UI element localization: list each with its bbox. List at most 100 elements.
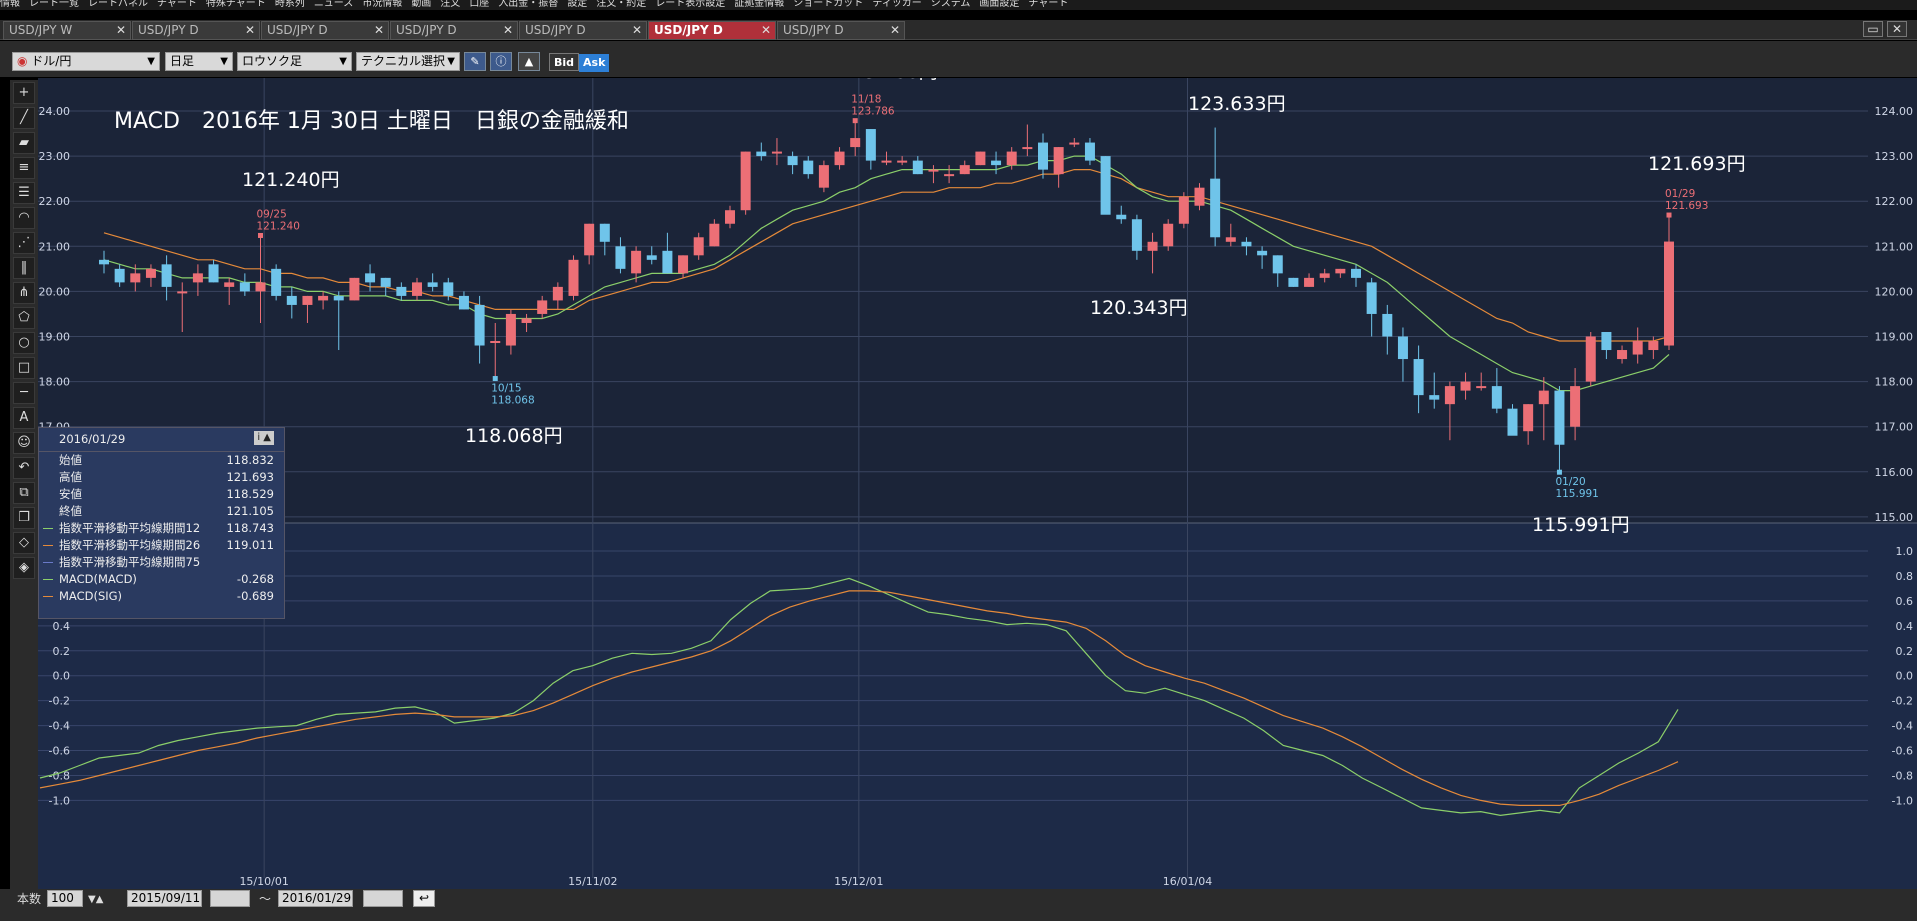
menu-item[interactable]: 画面設定 bbox=[979, 0, 1019, 9]
tab-1[interactable]: USD/JPY W ✕ bbox=[3, 21, 131, 40]
bid-ask-toggle[interactable]: Bid Ask bbox=[549, 53, 610, 72]
undo-icon[interactable]: ↶ bbox=[13, 457, 35, 479]
menu-item[interactable]: 動画 bbox=[411, 0, 431, 9]
annotation-a1: 123.786円 bbox=[840, 78, 938, 83]
candle-body bbox=[725, 210, 735, 224]
menu-item[interactable]: 入出金・振替 bbox=[498, 0, 558, 9]
fan-icon[interactable]: ⋰ bbox=[13, 232, 35, 254]
menu-item[interactable]: ショートカット bbox=[793, 0, 863, 9]
smiley-icon[interactable]: ☺ bbox=[13, 432, 35, 454]
pitchfork-icon[interactable]: ⋔ bbox=[13, 282, 35, 304]
to-date-field[interactable]: 2016/01/29 bbox=[278, 890, 353, 907]
close-icon[interactable]: ✕ bbox=[761, 22, 771, 39]
fibonacci-icon[interactable]: ☰ bbox=[13, 182, 35, 204]
chart-area[interactable]: 124.00 124.00 123.00 123.00 122.00 122.00 121.… bbox=[38, 78, 1917, 889]
trendline-icon[interactable]: ╱ bbox=[13, 107, 35, 129]
menu-item[interactable]: ニュース bbox=[314, 0, 354, 9]
chart-type-select[interactable]: ロウソク足 ▼ bbox=[237, 52, 352, 71]
crosshair-icon[interactable]: + bbox=[13, 82, 35, 104]
eraser-all-icon[interactable]: ◈ bbox=[13, 557, 35, 579]
pen-icon[interactable]: ✎ bbox=[464, 52, 486, 71]
menu-item[interactable]: 市況情報 bbox=[362, 0, 402, 9]
close-icon[interactable]: ✕ bbox=[116, 22, 126, 39]
candle-body bbox=[177, 291, 188, 294]
currency-pair-select[interactable]: ◉ ドル/円 ▼ bbox=[12, 52, 160, 71]
eraser-icon[interactable]: ◇ bbox=[13, 532, 35, 554]
price-tick-label-right: 124.00 bbox=[1875, 105, 1914, 118]
paste-icon[interactable]: ❐ bbox=[13, 507, 35, 529]
close-icon[interactable]: ✕ bbox=[632, 22, 642, 39]
info-icon[interactable]: ⓘ bbox=[490, 52, 512, 71]
to-time-field[interactable] bbox=[363, 890, 403, 907]
menu-item[interactable]: 注文・約定 bbox=[596, 0, 646, 9]
chevron-down-icon: ▼ bbox=[147, 56, 155, 67]
menu-item[interactable]: レート表示設定 bbox=[655, 0, 725, 9]
tab-4[interactable]: USD/JPY D ✕ bbox=[390, 21, 518, 40]
data-info-panel[interactable]: 2016/01/29 i ▲ 始値 118.832 高値 121.693 安値 118.52… bbox=[38, 427, 285, 619]
candle-body bbox=[1257, 250, 1268, 256]
circle-icon[interactable]: ○ bbox=[13, 332, 35, 354]
candle-body bbox=[396, 286, 407, 296]
tab-5[interactable]: USD/JPY D ✕ bbox=[519, 21, 647, 40]
copy-icon[interactable]: ⧉ bbox=[13, 482, 35, 504]
period-select[interactable]: 日足 ▼ bbox=[165, 52, 233, 71]
menu-item[interactable]: レート一覧 bbox=[29, 0, 79, 9]
menu-item[interactable]: システム bbox=[931, 0, 971, 9]
extreme-marker bbox=[258, 232, 263, 238]
rectangle-icon[interactable]: □ bbox=[13, 357, 35, 379]
count-select[interactable]: 100 bbox=[47, 890, 83, 907]
vertical-lines-icon[interactable]: ‖ bbox=[13, 257, 35, 279]
close-icon[interactable]: ✕ bbox=[374, 22, 384, 39]
menu-item[interactable]: チャート bbox=[157, 0, 197, 9]
tab-3[interactable]: USD/JPY D ✕ bbox=[261, 21, 389, 40]
arc-icon[interactable]: ◠ bbox=[13, 207, 35, 229]
menu-item[interactable]: 口座 bbox=[469, 0, 489, 9]
candle-body bbox=[1460, 381, 1471, 391]
from-time-field[interactable] bbox=[210, 890, 250, 907]
macd-tick-label-right: -1.0 bbox=[1892, 794, 1913, 807]
technical-select[interactable]: テクニカル選択 ▼ bbox=[356, 52, 460, 71]
menu-item[interactable]: 注文 bbox=[440, 0, 460, 9]
menu-item[interactable]: ティッカー bbox=[872, 0, 921, 9]
date-tick-label: 16/01/04 bbox=[1163, 875, 1212, 888]
candle-body bbox=[1351, 268, 1361, 278]
refresh-icon[interactable]: ↩ bbox=[413, 890, 435, 907]
ask-button[interactable]: Ask bbox=[579, 54, 610, 72]
from-date-field[interactable]: 2015/09/11 bbox=[127, 890, 202, 907]
menu-item[interactable]: 時系列 bbox=[275, 0, 305, 9]
candle-body bbox=[1664, 241, 1674, 346]
close-icon[interactable]: ✕ bbox=[503, 22, 513, 39]
bid-button[interactable]: Bid bbox=[549, 53, 580, 71]
count-stepper-icon[interactable]: ▼▲ bbox=[88, 891, 103, 908]
close-icon[interactable]: ✕ bbox=[1887, 21, 1907, 37]
info-rows: 始値 118.832 高値 121.693 安値 118.529 終値 121.105 指数平滑… bbox=[39, 452, 284, 605]
tab-7[interactable]: USD/JPY D ✕ bbox=[777, 21, 905, 40]
close-icon[interactable]: ✕ bbox=[245, 22, 255, 39]
info-panel-controls-icon[interactable]: i ▲ bbox=[254, 431, 274, 445]
candle-body bbox=[161, 264, 172, 287]
tab-2[interactable]: USD/JPY D ✕ bbox=[132, 21, 260, 40]
area-chart-icon[interactable]: ▲ bbox=[518, 52, 540, 71]
menu-bar: 情報 レート一覧 レートパネル チャート 特殊チャート 時系列 ニュース 市況情報 動画 注文 口座… bbox=[0, 0, 1917, 10]
horizontal-lines-icon[interactable]: ≡ bbox=[13, 157, 35, 179]
close-icon[interactable]: ✕ bbox=[890, 22, 900, 39]
menu-item[interactable]: 証拠金情報 bbox=[734, 0, 784, 9]
text-icon[interactable]: A bbox=[13, 407, 35, 429]
macd-tick-label-left: -0.8 bbox=[49, 769, 70, 782]
menu-item[interactable]: チャート bbox=[1028, 0, 1068, 9]
menu-item[interactable]: 情報 bbox=[0, 0, 20, 9]
candle-body bbox=[912, 160, 923, 175]
candle-body bbox=[1038, 142, 1048, 170]
price-tick-label-right: 123.00 bbox=[1875, 150, 1914, 163]
price-tick-label-left: 123.00 bbox=[38, 150, 70, 163]
menu-item[interactable]: 特殊チャート bbox=[206, 0, 266, 9]
ruler-icon[interactable]: ▰ bbox=[13, 132, 35, 154]
maximize-icon[interactable]: ▭ bbox=[1863, 21, 1883, 37]
menu-item[interactable]: レートパネル bbox=[88, 0, 148, 9]
candle-body bbox=[1632, 341, 1643, 355]
pentagon-icon[interactable]: ⬠ bbox=[13, 307, 35, 329]
tab-6[interactable]: USD/JPY D ✕ bbox=[648, 21, 776, 40]
info-value: -0.268 bbox=[236, 572, 274, 586]
line-icon[interactable]: ─ bbox=[13, 382, 35, 404]
menu-item[interactable]: 設定 bbox=[567, 0, 587, 9]
